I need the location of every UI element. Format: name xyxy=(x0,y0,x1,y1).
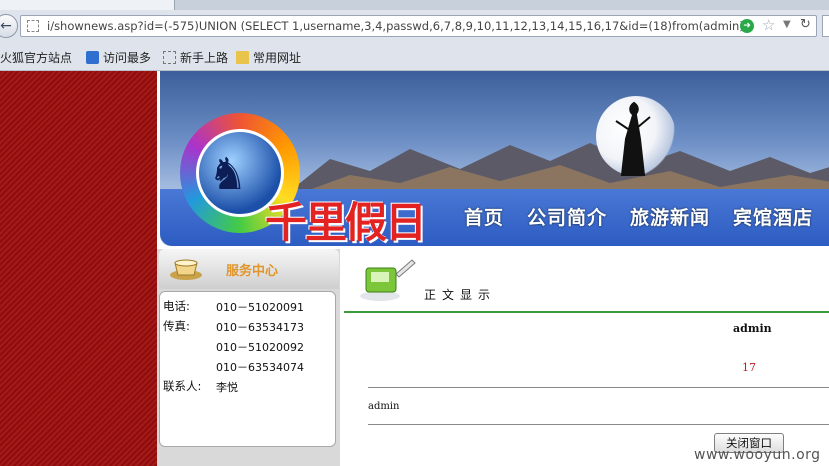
bookmark-label: 火狐官方站点 xyxy=(0,51,73,65)
back-button[interactable]: ← xyxy=(0,14,18,38)
site-logo-text[interactable]: 千里假日 xyxy=(265,189,427,246)
url-text[interactable]: i/shownews.asp?id=(-575)UNION (SELECT 1,… xyxy=(47,19,748,33)
nav-about[interactable]: 公司简介 xyxy=(527,203,607,230)
site-identity-icon[interactable] xyxy=(27,20,39,32)
service-header: 服务中心 xyxy=(159,249,339,289)
history-dropdown-icon[interactable]: ▼ xyxy=(783,19,791,30)
bookmark-label: 新手上路 xyxy=(180,51,229,65)
nav-hotels[interactable]: 宾馆酒店 xyxy=(733,203,813,230)
url-bar[interactable]: i/shownews.asp?id=(-575)UNION (SELECT 1,… xyxy=(20,15,817,37)
fax-value-2: 010－63534074 xyxy=(216,361,304,374)
web-page: 首页 公司简介 旅游新闻 宾馆酒店 ♞ 千里假日 服务中心 电话: 010－51… xyxy=(157,71,829,466)
article-title: admin xyxy=(733,322,772,335)
tab-strip xyxy=(0,0,829,10)
search-icon xyxy=(86,51,99,64)
fax-value: 010－63534173 xyxy=(216,321,304,334)
article-number: 17 xyxy=(742,361,756,374)
phone-value: 010－51020091 xyxy=(216,301,304,314)
contact-person-value: 李悦 xyxy=(216,381,238,394)
page-icon xyxy=(163,51,176,64)
horse-icon: ♞ xyxy=(208,149,248,200)
bookmark-common-sites[interactable]: 常用网址 xyxy=(236,49,301,66)
watermark-text: www.wooyun.org xyxy=(694,447,821,463)
service-center-title: 服务中心 xyxy=(226,264,279,279)
section-title: 正文显示 xyxy=(424,288,497,302)
bookmark-label: 常用网址 xyxy=(253,51,302,65)
browser-tab[interactable] xyxy=(0,0,175,10)
nav-home[interactable]: 首页 xyxy=(464,203,504,230)
bookmark-firefox-site[interactable]: 火狐官方站点 xyxy=(0,49,72,66)
article-panel: 正文显示 admin 17 admin 关闭窗口 xyxy=(344,249,829,466)
phone-label: 电话: xyxy=(163,299,190,313)
browser-chrome: ← i/shownews.asp?id=(-575)UNION (SELECT … xyxy=(0,0,829,71)
moon-lady-graphic xyxy=(615,101,651,176)
bookmark-most-visited[interactable]: 访问最多 xyxy=(86,49,151,66)
folder-icon xyxy=(236,51,249,64)
page-background-stripe xyxy=(0,71,157,466)
search-box-edge[interactable] xyxy=(822,15,829,37)
contact-box: 电话: 010－51020091 传真: 010－63534173 010－51… xyxy=(159,291,336,447)
article-rule-bottom xyxy=(368,424,829,425)
go-icon[interactable]: ➜ xyxy=(740,19,754,33)
phone-value-2: 010－51020092 xyxy=(216,341,304,354)
section-divider xyxy=(344,311,829,313)
navigation-toolbar: ← i/shownews.asp?id=(-575)UNION (SELECT … xyxy=(0,10,829,42)
bookmarks-toolbar: 火狐官方站点 访问最多 新手上路 常用网址 xyxy=(0,44,829,68)
service-sidebar: 服务中心 电话: 010－51020091 传真: 010－63534173 0… xyxy=(157,249,340,466)
site-banner: 首页 公司简介 旅游新闻 宾馆酒店 ♞ 千里假日 xyxy=(160,71,829,246)
teacup-icon xyxy=(170,259,202,280)
nav-travel-news[interactable]: 旅游新闻 xyxy=(630,203,710,230)
article-body: admin xyxy=(368,401,400,412)
contact-person-label: 联系人: xyxy=(163,379,202,393)
message-device-icon xyxy=(360,259,416,301)
bookmark-getting-started[interactable]: 新手上路 xyxy=(163,49,228,66)
fax-label: 传真: xyxy=(163,319,190,333)
bookmark-star-icon[interactable]: ☆ xyxy=(762,16,775,34)
reload-icon[interactable]: ↻ xyxy=(800,17,811,32)
bookmark-label: 访问最多 xyxy=(103,51,152,65)
article-rule-top xyxy=(368,387,829,388)
